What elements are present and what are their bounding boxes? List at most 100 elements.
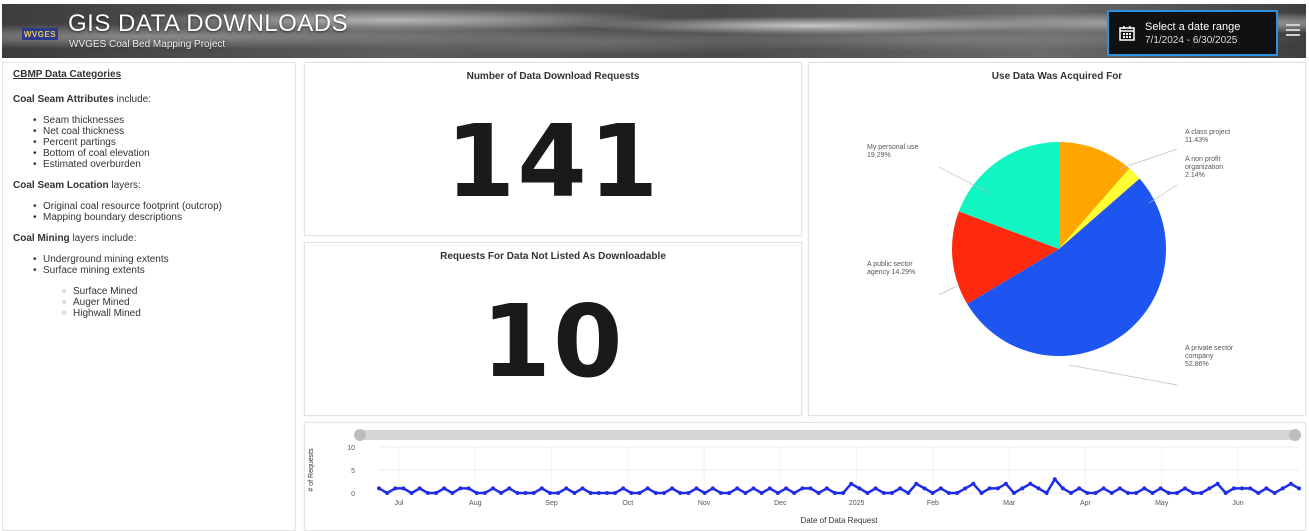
data-point[interactable] [906,491,911,495]
data-point[interactable] [1272,491,1277,495]
data-point[interactable] [377,486,381,491]
data-point[interactable] [1093,491,1098,495]
data-point[interactable] [1012,491,1016,495]
data-point[interactable] [955,491,960,495]
data-point[interactable] [1280,486,1285,491]
range-slider-handle-start[interactable] [354,429,366,441]
data-point[interactable] [808,486,813,491]
data-point[interactable] [1028,481,1033,486]
data-point[interactable] [385,491,390,495]
data-point[interactable] [1020,486,1025,491]
data-point[interactable] [645,486,650,491]
data-point[interactable] [629,491,634,495]
data-point[interactable] [841,491,846,495]
data-point[interactable] [1288,481,1293,486]
data-point[interactable] [670,486,675,491]
data-point[interactable] [409,491,414,495]
data-point[interactable] [1052,477,1057,482]
data-point[interactable] [1117,486,1122,491]
data-point[interactable] [694,486,699,491]
data-point[interactable] [922,486,927,491]
data-point[interactable] [775,491,780,495]
data-point[interactable] [816,491,821,495]
data-point[interactable] [784,486,789,491]
data-point[interactable] [588,491,593,495]
data-point[interactable] [792,491,797,495]
data-point[interactable] [1207,486,1212,491]
data-point[interactable] [1297,486,1301,491]
data-point[interactable] [865,491,870,495]
data-point[interactable] [889,491,894,495]
data-point[interactable] [938,486,943,491]
data-point[interactable] [1191,491,1196,495]
data-point[interactable] [1085,491,1090,495]
data-point[interactable] [800,486,805,491]
data-point[interactable] [401,486,406,491]
data-point[interactable] [1174,491,1179,495]
data-point[interactable] [767,486,772,491]
data-point[interactable] [979,491,984,495]
data-point[interactable] [1060,486,1065,491]
data-point[interactable] [531,491,536,495]
date-range-selector[interactable]: Select a date range 7/1/2024 - 6/30/2025 [1107,10,1278,56]
data-point[interactable] [686,491,691,495]
data-point[interactable] [637,491,642,495]
data-point[interactable] [1044,491,1049,495]
data-point[interactable] [1166,491,1171,495]
data-point[interactable] [1183,486,1187,491]
data-point[interactable] [507,486,512,491]
data-point[interactable] [1248,486,1253,491]
data-point[interactable] [556,491,561,495]
data-point[interactable] [881,491,886,495]
data-point[interactable] [1231,486,1236,491]
data-point[interactable] [914,481,919,486]
data-point[interactable] [1134,491,1139,495]
data-point[interactable] [1256,491,1261,495]
data-point[interactable] [605,491,609,495]
data-point[interactable] [1126,491,1130,495]
data-point[interactable] [1036,486,1041,491]
range-slider-handle-end[interactable] [1289,429,1301,441]
data-point[interactable] [393,486,398,491]
data-point[interactable] [946,491,951,495]
data-point[interactable] [710,486,715,491]
data-point[interactable] [434,491,438,495]
data-point[interactable] [523,491,528,495]
data-point[interactable] [474,491,479,495]
data-point[interactable] [873,486,878,491]
data-point[interactable] [727,491,732,495]
data-point[interactable] [995,486,1000,491]
data-point[interactable] [662,491,666,495]
data-point[interactable] [491,486,495,491]
data-point[interactable] [1158,486,1163,491]
data-point[interactable] [824,486,829,491]
data-point[interactable] [596,491,601,495]
data-point[interactable] [539,486,544,491]
data-point[interactable] [564,486,569,491]
data-point[interactable] [718,491,723,495]
data-point[interactable] [898,486,903,491]
data-point[interactable] [1077,486,1082,491]
range-slider-track[interactable] [355,430,1299,440]
data-point[interactable] [621,486,626,491]
data-point[interactable] [442,486,447,491]
data-point[interactable] [572,491,577,495]
data-point[interactable] [613,491,618,495]
data-point[interactable] [1264,486,1269,491]
data-point[interactable] [759,491,764,495]
data-point[interactable] [1109,491,1114,495]
data-point[interactable] [1240,486,1244,491]
data-point[interactable] [1223,491,1228,495]
data-point[interactable] [450,491,455,495]
data-point[interactable] [857,486,862,491]
data-point[interactable] [425,491,430,495]
data-point[interactable] [1215,481,1220,486]
data-point[interactable] [548,491,552,495]
data-point[interactable] [499,491,504,495]
data-point[interactable] [678,491,683,495]
data-point[interactable] [930,491,935,495]
data-point[interactable] [1101,486,1106,491]
data-point[interactable] [735,486,740,491]
data-point[interactable] [1003,481,1008,486]
data-point[interactable] [971,481,976,486]
